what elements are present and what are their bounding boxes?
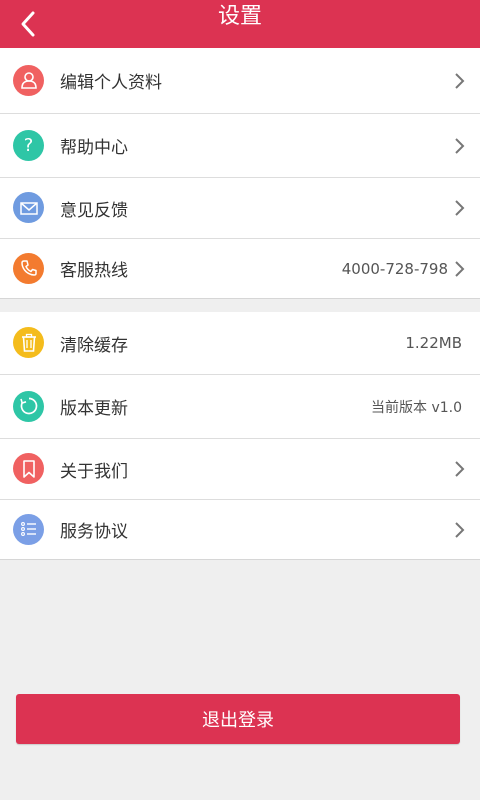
settings-item-clear-cache[interactable]: 清除缓存 1.22MB xyxy=(0,312,480,375)
chevron-right-icon xyxy=(455,461,465,477)
current-version: 当前版本 v1.0 xyxy=(371,399,462,416)
settings-item-about-us[interactable]: 关于我们 xyxy=(0,439,480,500)
settings-item-label: 帮助中心 xyxy=(60,138,128,158)
chevron-right-icon xyxy=(455,72,465,89)
phone-icon xyxy=(13,252,44,284)
settings-item-label: 编辑个人资料 xyxy=(60,73,162,93)
settings-item-help[interactable]: ? 帮助中心 xyxy=(0,114,480,178)
settings-group-account: 编辑个人资料 ? 帮助中心 意见反馈 客服热线 4000-728-798 xyxy=(0,48,480,299)
chevron-right-icon xyxy=(455,137,465,154)
settings-item-label: 关于我们 xyxy=(60,461,128,482)
settings-group-app: 清除缓存 1.22MB 版本更新 当前版本 v1.0 关于我们 服务协议 xyxy=(0,312,480,560)
settings-item-label: 清除缓存 xyxy=(60,335,128,356)
chevron-right-icon xyxy=(455,260,465,277)
settings-item-label: 客服热线 xyxy=(60,261,128,281)
mail-icon xyxy=(13,192,44,223)
settings-item-label: 服务协议 xyxy=(60,522,128,542)
settings-item-edit-profile[interactable]: 编辑个人资料 xyxy=(0,48,480,114)
refresh-icon xyxy=(13,390,44,422)
settings-item-label: 意见反馈 xyxy=(60,200,128,221)
settings-item-label: 版本更新 xyxy=(60,399,128,419)
list-icon xyxy=(13,513,44,545)
top-bar: 设置 xyxy=(0,0,480,48)
settings-item-service-agreement[interactable]: 服务协议 xyxy=(0,500,480,560)
logout-button[interactable]: 退出登录 xyxy=(16,694,460,744)
settings-item-version-update[interactable]: 版本更新 当前版本 v1.0 xyxy=(0,375,480,439)
bookmark-icon xyxy=(13,453,44,484)
chevron-right-icon xyxy=(455,200,465,216)
question-icon: ? xyxy=(13,129,44,161)
settings-item-feedback[interactable]: 意见反馈 xyxy=(0,178,480,239)
chevron-right-icon xyxy=(455,521,465,538)
settings-item-hotline[interactable]: 客服热线 4000-728-798 xyxy=(0,239,480,299)
user-icon xyxy=(13,64,44,96)
hotline-number: 4000-728-798 xyxy=(341,259,448,278)
page-title: 设置 xyxy=(217,4,262,29)
cache-size: 1.22MB xyxy=(405,334,462,352)
trash-icon xyxy=(13,327,44,358)
